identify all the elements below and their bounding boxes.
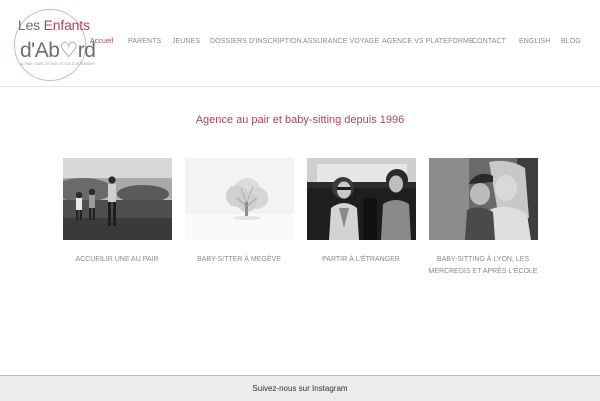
page-title: Agence au pair et baby-sitting depuis 19…	[195, 114, 405, 126]
family-on-rocks-photo	[63, 158, 172, 240]
nav-item-accueil[interactable]: Accueil	[90, 38, 113, 45]
nav-item-assurance-voyage[interactable]: ASSURANCE VOYAGE	[303, 38, 379, 45]
nav-item-english[interactable]: ENGLISH	[519, 38, 550, 45]
girl-and-child-photo	[429, 158, 538, 240]
card-label-accueillir-au-pair[interactable]: ACCUEILIR UNE AU PAIR	[57, 254, 177, 266]
logo-tagline: AU PAIR · BABY-SITTING · ÉCOLE À L'ÉTRAN…	[20, 62, 95, 66]
card-label-baby-sitting-lyon[interactable]: BABY-SITTING À LYON, LES MERCREDIS ET AP…	[423, 254, 543, 278]
nav-item-jeunes[interactable]: JEUNES	[172, 38, 200, 45]
nav-item-contact[interactable]: CONTACT	[472, 38, 506, 45]
nav-item-parents[interactable]: PARENTS	[128, 38, 161, 45]
card-label-baby-sitter-megeve[interactable]: BABY-SITTER À MEGÈVE	[179, 254, 299, 266]
logo-text-line1: Les Enfants	[18, 17, 90, 33]
card-image-accueillir-au-pair[interactable]	[63, 158, 172, 240]
two-girls-in-car-photo	[307, 158, 416, 240]
card-image-baby-sitting-lyon[interactable]	[429, 158, 538, 240]
card-image-baby-sitter-megeve[interactable]	[185, 158, 294, 240]
card-image-partir-etranger[interactable]	[307, 158, 416, 240]
instagram-follow-link[interactable]: Suivez-nous sur Instagram	[0, 384, 600, 393]
site-header: Les Enfants d'Ab♡rd AU PAIR · BABY-SITTI…	[0, 0, 600, 87]
nav-item-blog[interactable]: BLOG	[561, 38, 581, 45]
nav-item-agence-vs-plateforme[interactable]: AGENCE vs PLATEFORME	[382, 38, 474, 45]
snowy-tree-photo	[185, 158, 294, 240]
instagram-footer: Suivez-nous sur Instagram	[0, 375, 600, 401]
card-label-partir-etranger[interactable]: PARTIR À L'ÉTRANGER	[301, 254, 421, 266]
main-nav: Accueil PARENTS JEUNES DOSSIERS D'INSCRI…	[0, 38, 600, 50]
nav-item-dossiers-inscription[interactable]: DOSSIERS D'INSCRIPTION	[210, 38, 302, 45]
